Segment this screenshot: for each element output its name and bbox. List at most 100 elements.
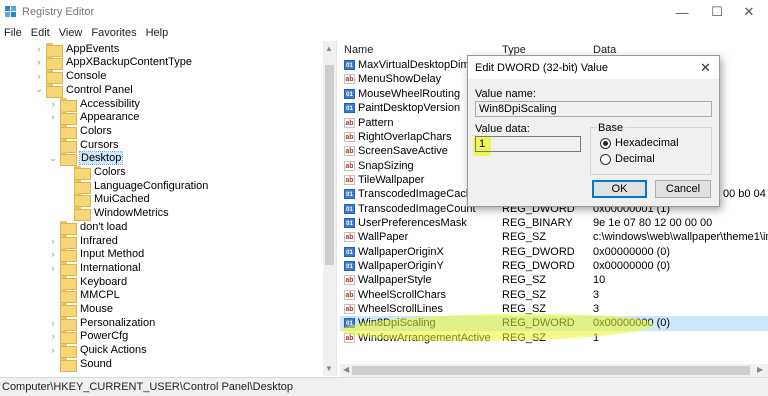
menu-file[interactable]: File bbox=[4, 27, 22, 39]
tree-scrollbar-thumb[interactable] bbox=[325, 65, 334, 265]
tree-item[interactable]: MuiCached bbox=[62, 193, 150, 208]
chevron-right-icon[interactable]: › bbox=[34, 71, 44, 81]
tree-item[interactable]: › Personalization bbox=[48, 316, 156, 331]
tree-item[interactable]: Sound bbox=[48, 357, 112, 372]
value-name-cell: 01 PaintDesktopVersion bbox=[344, 102, 460, 114]
tree-item-label: AppEvents bbox=[66, 42, 120, 55]
folder-icon bbox=[60, 357, 77, 372]
chevron-right-icon[interactable]: › bbox=[48, 249, 58, 259]
menu-help[interactable]: Help bbox=[146, 27, 169, 39]
registry-value-row[interactable]: ab WindowArrangementActive REG_SZ 1 bbox=[340, 331, 768, 345]
folder-icon bbox=[60, 248, 77, 263]
tree-item[interactable]: WindowMetrics bbox=[62, 206, 169, 222]
value-name-cell: 01 TranscodedImageCache bbox=[344, 188, 478, 200]
tree-item[interactable]: Colors bbox=[48, 124, 112, 139]
decimal-radio[interactable]: Decimal bbox=[600, 153, 655, 165]
tree-item-label: Personalization bbox=[80, 316, 156, 329]
tree-item[interactable]: › Quick Actions bbox=[48, 343, 147, 359]
tree-item[interactable]: MMCPL bbox=[48, 289, 120, 304]
chevron-down-icon[interactable]: ⌄ bbox=[34, 84, 44, 95]
binary-value-icon: 01 bbox=[344, 103, 355, 114]
tree-item[interactable]: › Accessibility bbox=[48, 97, 140, 112]
tree-item[interactable]: ⌄ Control Panel bbox=[34, 83, 133, 98]
value-type-cell: REG_SZ bbox=[502, 331, 547, 344]
value-name-text: TranscodedImageCount bbox=[358, 202, 476, 215]
value-name-cell: ab TileWallpaper bbox=[344, 174, 424, 186]
window-title: Registry Editor bbox=[22, 6, 95, 18]
chevron-right-icon[interactable]: › bbox=[48, 99, 58, 109]
tree-item[interactable]: › PowerCfg bbox=[48, 330, 128, 345]
folder-icon bbox=[60, 261, 77, 276]
tree-item[interactable]: Mouse bbox=[48, 302, 114, 318]
chevron-right-icon[interactable]: › bbox=[48, 345, 58, 355]
column-header-name[interactable]: Name bbox=[344, 44, 373, 56]
tree-item[interactable]: › Console bbox=[34, 69, 106, 85]
chevron-right-icon[interactable]: › bbox=[48, 112, 58, 122]
tree-item[interactable]: don't load bbox=[48, 220, 127, 235]
chevron-right-icon[interactable]: › bbox=[48, 236, 58, 246]
registry-value-row[interactable]: 01 Win8DpiScaling REG_DWORD 0x00000000 (0) bbox=[340, 316, 768, 331]
tree-item-label: LanguageConfiguration bbox=[94, 179, 209, 192]
scroll-right-icon[interactable]: ▶ bbox=[757, 365, 763, 374]
tree-item[interactable]: › AppXBackupContentType bbox=[34, 56, 192, 71]
menu-view[interactable]: View bbox=[59, 27, 83, 39]
registry-value-row[interactable]: 01 UserPreferencesMask REG_BINARY 9e 1e 07 … bbox=[340, 216, 768, 230]
tree-item[interactable]: › International bbox=[48, 261, 141, 276]
tree-item[interactable]: Colors bbox=[62, 165, 126, 181]
registry-value-row[interactable]: ab WallpaperStyle REG_SZ 10 bbox=[340, 273, 768, 287]
tree-item-label: MMCPL bbox=[80, 289, 120, 302]
value-name-text: WallpaperStyle bbox=[358, 274, 432, 287]
registry-value-row[interactable]: 01 WallpaperOriginY REG_DWORD 0x00000000 (0… bbox=[340, 259, 768, 273]
tree-item-label: Keyboard bbox=[80, 275, 128, 288]
value-name-cell: ab RightOverlapChars bbox=[344, 131, 452, 143]
chevron-right-icon[interactable]: › bbox=[34, 57, 44, 67]
hexadecimal-radio[interactable]: Hexadecimal bbox=[600, 137, 679, 149]
tree-item[interactable]: Cursors bbox=[48, 138, 119, 153]
value-name-cell: 01 MouseWheelRouting bbox=[344, 88, 460, 100]
tree-item[interactable]: › Appearance bbox=[48, 111, 139, 126]
scroll-up-icon[interactable]: ▲ bbox=[325, 44, 333, 53]
chevron-down-icon[interactable]: ⌄ bbox=[48, 153, 58, 163]
tree-item[interactable]: LanguageConfiguration bbox=[62, 179, 209, 194]
menu-favorites[interactable]: Favorites bbox=[91, 27, 136, 39]
menu-edit[interactable]: Edit bbox=[31, 27, 50, 39]
tree-item[interactable]: ⌄ Desktop bbox=[48, 151, 124, 167]
registry-value-row[interactable]: ab WheelScrollChars REG_SZ 3 bbox=[340, 288, 768, 302]
dialog-title: Edit DWORD (32-bit) Value bbox=[475, 62, 609, 74]
folder-icon bbox=[46, 70, 63, 85]
cancel-button[interactable]: Cancel bbox=[655, 180, 711, 198]
string-value-icon: ab bbox=[344, 146, 355, 157]
registry-value-row[interactable]: ab WallPaper REG_SZ c:\windows\web\wallpape… bbox=[340, 230, 768, 244]
value-name-cell: ab WallPaper bbox=[344, 231, 408, 243]
title-bar: Registry Editor — ☐ ✕ bbox=[0, 0, 768, 24]
tree-item[interactable]: › Input Method bbox=[48, 248, 144, 263]
ok-button[interactable]: OK bbox=[592, 180, 647, 198]
tree-item[interactable]: Keyboard bbox=[48, 275, 128, 290]
string-value-icon: ab bbox=[344, 74, 355, 85]
registry-value-row[interactable]: ab WheelScrollLines REG_SZ 3 bbox=[340, 302, 768, 316]
value-name-label: Value name: bbox=[475, 88, 536, 100]
string-value-icon: ab bbox=[344, 160, 355, 171]
registry-tree[interactable]: › AppEvents › AppXBackupContentType › Console… bbox=[0, 41, 336, 376]
tree-item-label: Mouse bbox=[80, 303, 114, 316]
value-data-input[interactable]: 1 bbox=[475, 136, 581, 152]
value-name-text: Win8DpiScaling bbox=[358, 317, 436, 330]
chevron-right-icon[interactable]: › bbox=[48, 331, 58, 341]
tree-item-label: Infrared bbox=[80, 234, 118, 247]
folder-icon bbox=[60, 303, 77, 318]
value-data-label: Value data: bbox=[475, 123, 530, 135]
chevron-right-icon[interactable]: › bbox=[34, 44, 44, 54]
chevron-right-icon[interactable]: › bbox=[48, 263, 58, 273]
dialog-close-icon[interactable]: ✕ bbox=[700, 60, 711, 76]
scroll-left-icon[interactable]: ◀ bbox=[343, 365, 349, 374]
folder-icon bbox=[74, 193, 91, 208]
scroll-down-icon[interactable]: ▼ bbox=[325, 364, 333, 373]
value-name-text: WallPaper bbox=[358, 231, 409, 244]
tree-item[interactable]: › AppEvents bbox=[34, 42, 120, 57]
close-button[interactable]: ✕ bbox=[726, 0, 768, 24]
chevron-right-icon[interactable]: › bbox=[48, 318, 58, 328]
tree-item[interactable]: › Infrared bbox=[48, 234, 118, 249]
value-name-text: MouseWheelRouting bbox=[358, 87, 461, 100]
registry-value-row[interactable]: 01 WallpaperOriginX REG_DWORD 0x00000000 (0… bbox=[340, 245, 768, 259]
list-scrollbar-thumb[interactable] bbox=[352, 366, 750, 375]
